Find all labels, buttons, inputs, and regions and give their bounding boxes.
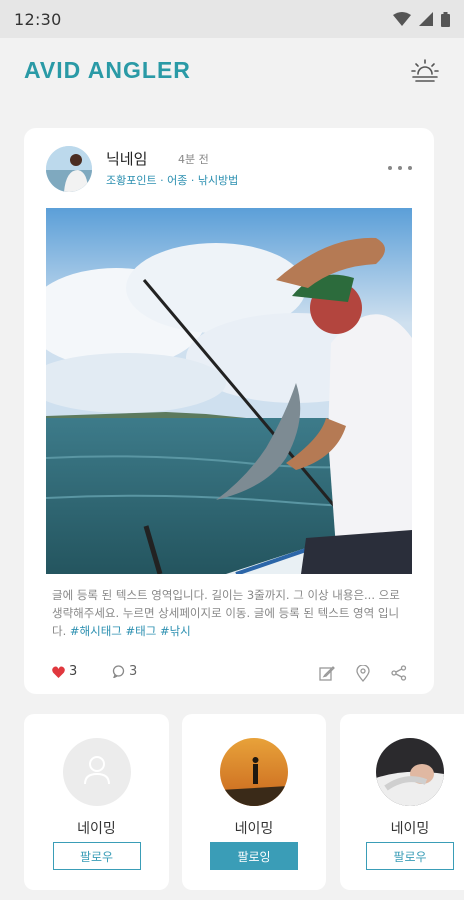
user-card[interactable]: 네이밍 팔로우 [340, 714, 464, 890]
user-avatar[interactable] [376, 738, 444, 806]
author-avatar[interactable] [46, 146, 92, 192]
post-hashtags[interactable]: #해시태그 #태그 #낚시 [70, 624, 191, 638]
dot-icon [408, 166, 412, 170]
share-icon [391, 665, 407, 681]
author-name[interactable]: 닉네임 [106, 148, 147, 169]
comment-icon [112, 665, 125, 678]
dot-icon [388, 166, 392, 170]
edit-button[interactable] [318, 664, 336, 682]
sunrise-icon [411, 59, 439, 82]
heart-icon [52, 666, 65, 678]
share-button[interactable] [390, 664, 408, 682]
location-pin-icon [356, 664, 370, 682]
post-meta: 조황포인트 · 어종 · 낚시방법 [106, 174, 239, 187]
status-bar: 12:30 [0, 0, 464, 38]
post-photo[interactable] [46, 208, 412, 574]
location-button[interactable] [354, 664, 372, 682]
user-avatar[interactable] [62, 738, 131, 806]
post-actions: 3 3 [52, 664, 408, 684]
user-card[interactable]: 네이밍 팔로잉 [182, 714, 326, 890]
following-button[interactable]: 팔로잉 [210, 842, 298, 870]
wifi-icon [393, 12, 411, 26]
post-header: 닉네임 4분 전 조황포인트 · 어종 · 낚시방법 [46, 146, 412, 194]
follow-button[interactable]: 팔로우 [52, 842, 141, 870]
status-icons [393, 11, 450, 27]
post-time: 4분 전 [178, 153, 209, 166]
user-name: 네이밍 [77, 821, 116, 837]
more-options-button[interactable] [388, 160, 412, 176]
comment-count: 3 [129, 664, 138, 679]
user-card[interactable]: 네이밍 팔로우 [24, 714, 169, 890]
battery-icon [441, 11, 450, 27]
post-card[interactable]: 닉네임 4분 전 조황포인트 · 어종 · 낚시방법 글에 등록 된 텍스트 영… [24, 128, 434, 694]
app-logo: AVID ANGLER [24, 56, 191, 83]
user-avatar[interactable] [220, 738, 288, 806]
user-name: 네이밍 [390, 821, 430, 837]
post-action-icons [318, 664, 408, 682]
weather-button[interactable] [410, 55, 440, 85]
dot-icon [398, 166, 402, 170]
comment-button[interactable]: 3 [112, 664, 137, 679]
edit-icon [319, 666, 335, 681]
like-button[interactable]: 3 [52, 664, 77, 679]
post-body[interactable]: 글에 등록 된 텍스트 영역입니다. 길이는 3줄까지. 그 이상 내용은...… [52, 586, 412, 640]
user-name: 네이밍 [234, 821, 274, 837]
follow-button[interactable]: 팔로우 [366, 842, 454, 870]
like-count: 3 [69, 664, 78, 679]
signal-icon [419, 12, 433, 26]
status-time: 12:30 [14, 9, 62, 29]
app-header: AVID ANGLER [0, 38, 464, 102]
